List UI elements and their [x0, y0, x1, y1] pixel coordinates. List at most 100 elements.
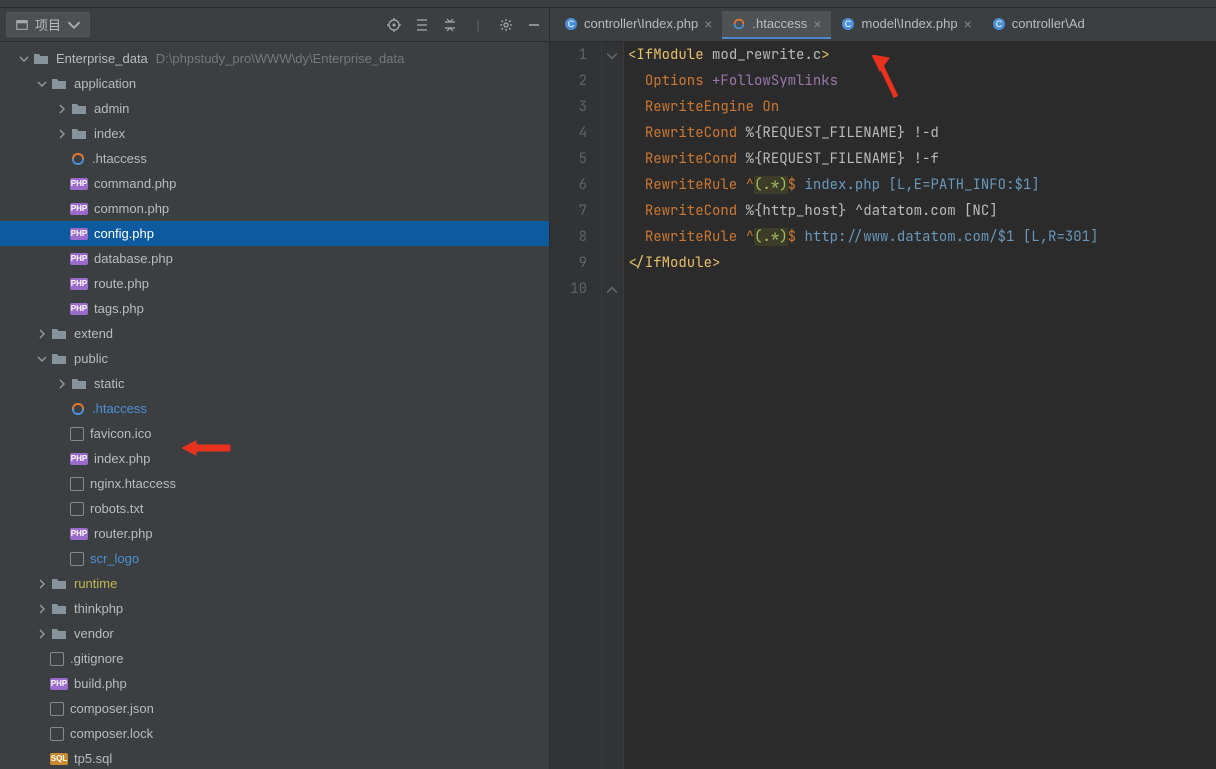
php-icon: PHP — [70, 203, 88, 215]
tree-item[interactable]: .htaccess — [0, 396, 549, 421]
htaccess-icon — [732, 17, 746, 31]
tree-item-label: static — [94, 376, 124, 391]
tree-item[interactable]: composer.lock — [0, 721, 549, 746]
tree-item-label: .htaccess — [92, 151, 147, 166]
tree-item-label: vendor — [74, 626, 114, 641]
editor-tab[interactable]: Ccontroller\Ad — [982, 11, 1095, 39]
php-icon: PHP — [70, 303, 88, 315]
locate-icon[interactable] — [385, 16, 403, 34]
tree-item[interactable]: vendor — [0, 621, 549, 646]
folder-icon — [32, 51, 50, 67]
php-icon: PHP — [70, 453, 88, 465]
tree-item-label: database.php — [94, 251, 173, 266]
tree-item[interactable]: thinkphp — [0, 596, 549, 621]
tree-item-label: route.php — [94, 276, 149, 291]
chevron-right-icon[interactable] — [36, 629, 48, 639]
tree-item[interactable]: public — [0, 346, 549, 371]
collapse-all-icon[interactable] — [441, 16, 459, 34]
folder-icon — [50, 351, 68, 367]
file-icon — [70, 552, 84, 566]
editor-tab[interactable]: Ccontroller\Index.php× — [554, 11, 722, 39]
tree-item[interactable]: PHP database.php — [0, 246, 549, 271]
chevron-right-icon[interactable] — [56, 129, 68, 139]
tree-item[interactable]: PHP common.php — [0, 196, 549, 221]
close-icon[interactable]: × — [704, 16, 712, 32]
folder-icon — [70, 126, 88, 142]
tree-item-label: composer.lock — [70, 726, 153, 741]
tree-item-label: scr_logo — [90, 551, 139, 566]
sql-icon: SQL — [50, 753, 68, 765]
tree-item[interactable]: PHPconfig.php — [0, 221, 549, 246]
minimize-icon[interactable] — [525, 16, 543, 34]
chevron-right-icon[interactable] — [56, 379, 68, 389]
tree-item[interactable]: static — [0, 371, 549, 396]
tree-item-label: admin — [94, 101, 129, 116]
close-icon[interactable]: × — [964, 16, 972, 32]
tree-item[interactable]: PHP build.php — [0, 671, 549, 696]
gear-icon[interactable] — [497, 16, 515, 34]
expand-all-icon[interactable] — [413, 16, 431, 34]
project-tree[interactable]: Enterprise_dataD:\phpstudy_pro\WWW\dy\En… — [0, 42, 549, 769]
tree-item[interactable]: Enterprise_dataD:\phpstudy_pro\WWW\dy\En… — [0, 46, 549, 71]
tree-item[interactable]: runtime — [0, 571, 549, 596]
tab-label: controller\Ad — [1012, 16, 1085, 31]
tree-item-label: common.php — [94, 201, 169, 216]
code-area[interactable]: <IfModule mod_rewrite.c> Options +Follow… — [624, 42, 1216, 769]
folder-icon — [50, 326, 68, 342]
fold-gutter[interactable] — [602, 42, 624, 769]
chevron-right-icon[interactable] — [56, 104, 68, 114]
tree-item[interactable]: .htaccess — [0, 146, 549, 171]
tree-item[interactable]: .gitignore — [0, 646, 549, 671]
tree-item-label: build.php — [74, 676, 127, 691]
tree-item[interactable]: PHP router.php — [0, 521, 549, 546]
tree-item[interactable]: index — [0, 121, 549, 146]
tree-item-label: command.php — [94, 176, 176, 191]
tree-item[interactable]: SQLtp5.sql — [0, 746, 549, 769]
tree-item[interactable]: application — [0, 71, 549, 96]
file-icon — [70, 502, 84, 516]
tree-item[interactable]: favicon.ico — [0, 421, 549, 446]
folder-icon — [50, 626, 68, 642]
chevron-down-icon[interactable] — [36, 354, 48, 364]
code-editor[interactable]: 12345678910 <IfModule mod_rewrite.c> Opt… — [550, 42, 1216, 769]
chevron-right-icon[interactable] — [36, 329, 48, 339]
chevron-down-icon[interactable] — [18, 54, 30, 64]
chevron-right-icon[interactable] — [36, 579, 48, 589]
tree-item[interactable]: nginx.htaccess — [0, 471, 549, 496]
close-icon[interactable]: × — [813, 16, 821, 32]
tab-label: model\Index.php — [861, 16, 957, 31]
tree-item[interactable]: scr_logo — [0, 546, 549, 571]
chevron-down-icon[interactable] — [36, 79, 48, 89]
tree-item[interactable]: robots.txt — [0, 496, 549, 521]
tree-item[interactable]: extend — [0, 321, 549, 346]
tree-item[interactable]: PHP tags.php — [0, 296, 549, 321]
editor-tab[interactable]: .htaccess× — [722, 11, 831, 39]
chevron-right-icon[interactable] — [36, 604, 48, 614]
tree-item[interactable]: PHPindex.php — [0, 446, 549, 471]
tree-item[interactable]: PHPcommand.php — [0, 171, 549, 196]
php-icon: PHP — [70, 528, 88, 540]
project-label-text: 项目 — [35, 15, 61, 34]
htaccess-icon — [70, 401, 86, 417]
svg-text:C: C — [845, 19, 852, 29]
folder-icon — [70, 376, 88, 392]
class-icon: C — [841, 17, 855, 31]
tree-item-label: config.php — [94, 226, 154, 241]
project-icon — [15, 18, 29, 32]
file-icon — [50, 702, 64, 716]
class-icon: C — [992, 17, 1006, 31]
tree-item-label: router.php — [94, 526, 153, 541]
php-icon: PHP — [50, 678, 68, 690]
php-icon: PHP — [70, 253, 88, 265]
folder-icon — [70, 101, 88, 117]
tree-item[interactable]: composer.json — [0, 696, 549, 721]
htaccess-icon — [70, 151, 86, 167]
divider: | — [469, 16, 487, 34]
tree-item-label: tags.php — [94, 301, 144, 316]
tree-item[interactable]: PHP route.php — [0, 271, 549, 296]
editor-tab[interactable]: Cmodel\Index.php × — [831, 11, 981, 39]
svg-text:C: C — [996, 19, 1003, 29]
tree-item[interactable]: admin — [0, 96, 549, 121]
project-selector[interactable]: 项目 — [6, 12, 90, 37]
php-icon: PHP — [70, 278, 88, 290]
